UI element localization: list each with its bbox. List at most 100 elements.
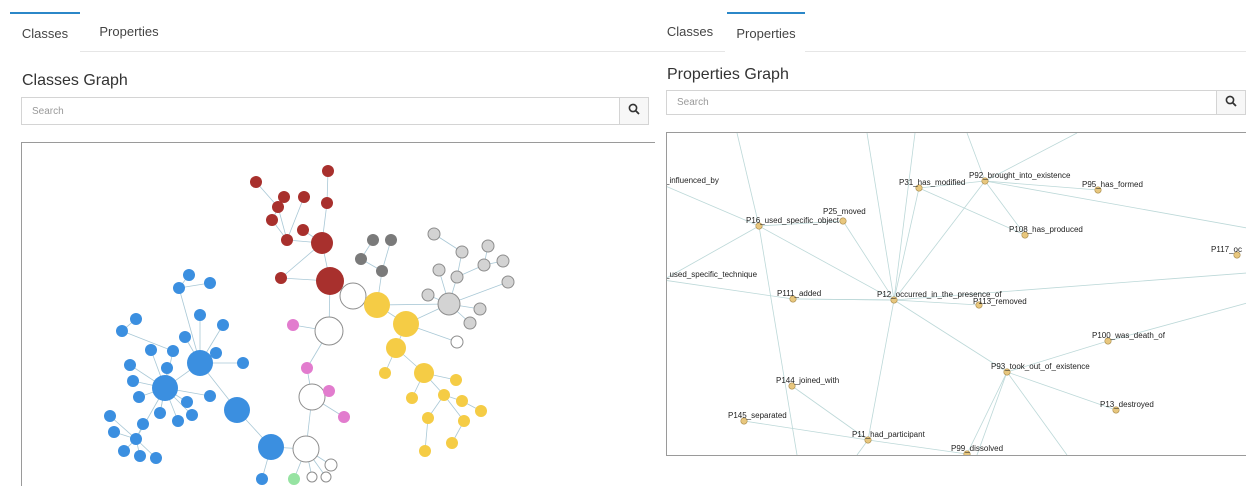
class-node[interactable] (204, 277, 216, 289)
search-button[interactable] (619, 98, 648, 124)
class-node[interactable] (463, 316, 477, 330)
class-node[interactable] (194, 309, 206, 321)
class-node[interactable] (450, 270, 464, 284)
class-node[interactable] (301, 362, 313, 374)
tab-classes[interactable]: Classes (655, 12, 725, 52)
class-node[interactable] (432, 263, 446, 277)
class-node[interactable] (108, 426, 120, 438)
class-node[interactable] (456, 395, 468, 407)
search-input[interactable] (22, 98, 620, 124)
class-node[interactable] (288, 473, 300, 485)
class-node[interactable] (237, 357, 249, 369)
class-node[interactable] (145, 344, 157, 356)
class-node[interactable] (297, 224, 309, 236)
class-node[interactable] (298, 191, 310, 203)
class-node[interactable] (118, 445, 130, 457)
class-node[interactable] (455, 245, 469, 259)
class-node[interactable] (338, 411, 350, 423)
class-node[interactable] (104, 410, 116, 422)
class-node[interactable] (450, 374, 462, 386)
class-node[interactable] (152, 375, 178, 401)
class-node[interactable] (477, 258, 491, 272)
class-node[interactable] (181, 396, 193, 408)
class-node[interactable] (167, 345, 179, 357)
class-node[interactable] (406, 392, 418, 404)
class-node[interactable] (475, 405, 487, 417)
class-node[interactable] (161, 362, 173, 374)
class-node[interactable] (124, 359, 136, 371)
tab-properties[interactable]: Properties (727, 12, 805, 54)
class-node[interactable] (496, 254, 510, 268)
class-node[interactable] (419, 445, 431, 457)
class-node[interactable] (183, 269, 195, 281)
class-node[interactable] (250, 176, 262, 188)
search-input[interactable] (667, 91, 1217, 114)
class-node[interactable] (414, 363, 434, 383)
class-node[interactable] (210, 347, 222, 359)
class-node[interactable] (258, 434, 284, 460)
class-node[interactable] (256, 473, 268, 485)
class-node[interactable] (481, 239, 495, 253)
class-node[interactable] (217, 319, 229, 331)
class-node[interactable] (311, 232, 333, 254)
class-node[interactable] (458, 415, 470, 427)
class-node[interactable] (150, 452, 162, 464)
class-node[interactable] (450, 335, 464, 349)
class-node[interactable] (437, 292, 461, 316)
tab-properties[interactable]: Properties (84, 12, 174, 52)
class-node[interactable] (130, 433, 142, 445)
class-node[interactable] (376, 265, 388, 277)
class-node[interactable] (127, 375, 139, 387)
class-node[interactable] (187, 350, 213, 376)
class-node[interactable] (224, 397, 250, 423)
class-node[interactable] (275, 272, 287, 284)
class-node[interactable] (272, 201, 284, 213)
class-node[interactable] (287, 319, 299, 331)
class-node[interactable] (306, 471, 318, 483)
classes-graph[interactable] (21, 142, 655, 486)
class-node[interactable] (137, 418, 149, 430)
class-node[interactable] (379, 367, 391, 379)
class-node[interactable] (266, 214, 278, 226)
class-node[interactable] (446, 437, 458, 449)
class-node[interactable] (364, 292, 390, 318)
class-node[interactable] (367, 234, 379, 246)
class-node[interactable] (134, 450, 146, 462)
class-node[interactable] (355, 253, 367, 265)
class-node[interactable] (173, 282, 185, 294)
class-node[interactable] (322, 165, 334, 177)
classes-graph-canvas[interactable] (22, 143, 655, 486)
class-node[interactable] (339, 282, 367, 310)
class-node[interactable] (314, 316, 344, 346)
class-node[interactable] (393, 311, 419, 337)
class-node[interactable] (321, 197, 333, 209)
class-node[interactable] (298, 383, 326, 411)
class-node[interactable] (421, 288, 435, 302)
class-node[interactable] (324, 458, 338, 472)
class-node[interactable] (292, 435, 320, 463)
class-node[interactable] (179, 331, 191, 343)
property-node[interactable] (839, 217, 847, 225)
class-node[interactable] (422, 412, 434, 424)
tab-classes[interactable]: Classes (10, 12, 80, 54)
class-node[interactable] (116, 325, 128, 337)
properties-graph[interactable]: _influenced_by P16_used_specific_object P2… (666, 132, 1246, 456)
class-node[interactable] (427, 227, 441, 241)
search-button[interactable] (1216, 91, 1245, 114)
class-node[interactable] (281, 234, 293, 246)
properties-graph-canvas[interactable]: _influenced_by P16_used_specific_objectP2… (667, 133, 1246, 455)
class-node[interactable] (323, 385, 335, 397)
class-node[interactable] (133, 391, 145, 403)
class-node[interactable] (278, 191, 290, 203)
class-node[interactable] (320, 471, 332, 483)
class-node[interactable] (501, 275, 515, 289)
class-node[interactable] (473, 302, 487, 316)
class-node[interactable] (204, 390, 216, 402)
class-node[interactable] (385, 234, 397, 246)
class-node[interactable] (130, 313, 142, 325)
class-node[interactable] (386, 338, 406, 358)
class-node[interactable] (154, 407, 166, 419)
class-node[interactable] (172, 415, 184, 427)
class-node[interactable] (316, 267, 344, 295)
class-node[interactable] (438, 389, 450, 401)
